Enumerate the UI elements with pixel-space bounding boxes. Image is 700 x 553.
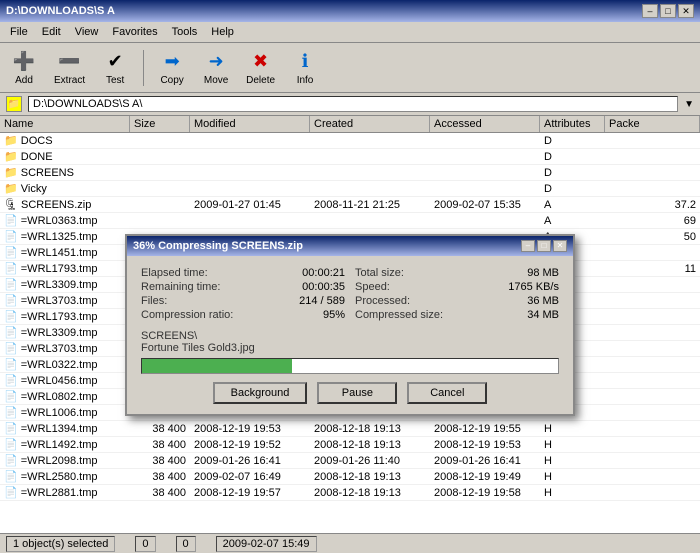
dialog-stats-right: Total size: 98 MB Speed: 1765 KB/s Proce… <box>355 266 559 322</box>
dialog-minimize[interactable]: – <box>521 240 535 252</box>
delete-label: Delete <box>246 75 275 86</box>
menu-file[interactable]: File <box>4 24 34 40</box>
status-selected: 1 object(s) selected <box>6 536 115 552</box>
folder-icon: 📁 <box>6 96 22 112</box>
info-label: Info <box>297 75 314 86</box>
speed-value: 1765 KB/s <box>508 281 559 293</box>
dialog-window-controls: – □ ✕ <box>521 240 567 252</box>
progress-bar-fill <box>142 359 292 373</box>
speed-row: Speed: 1765 KB/s <box>355 280 559 294</box>
menu-help[interactable]: Help <box>205 24 240 40</box>
move-label: Move <box>204 75 228 86</box>
toolbar: ➕ Add ➖ Extract ✔ Test ➡ Copy ➜ Move ✖ D… <box>0 43 700 93</box>
move-icon: ➜ <box>204 49 228 73</box>
speed-label: Speed: <box>355 281 390 293</box>
address-input[interactable] <box>28 96 678 112</box>
status-datetime: 2009-02-07 15:49 <box>216 536 317 552</box>
title-bar: D:\DOWNLOADS\S A – □ ✕ <box>0 0 700 22</box>
delete-icon: ✖ <box>249 49 273 73</box>
compress-dialog: 36% Compressing SCREENS.zip – □ ✕ Elapse… <box>125 234 575 416</box>
elapsed-value: 00:00:21 <box>302 267 345 279</box>
remaining-row: Remaining time: 00:00:35 <box>141 280 345 294</box>
menu-favorites[interactable]: Favorites <box>106 24 163 40</box>
progress-bar-container <box>141 358 559 374</box>
dialog-content: Elapsed time: 00:00:21 Remaining time: 0… <box>127 256 573 414</box>
maximize-button[interactable]: □ <box>660 4 676 18</box>
files-row: Files: 214 / 589 <box>141 294 345 308</box>
compression-row: Compression ratio: 95% <box>141 308 345 322</box>
menu-edit[interactable]: Edit <box>36 24 67 40</box>
remaining-label: Remaining time: <box>141 281 220 293</box>
main-content: Name Size Modified Created Accessed Attr… <box>0 116 700 533</box>
total-size-label: Total size: <box>355 267 404 279</box>
test-button[interactable]: ✔ Test <box>97 47 133 88</box>
processed-row: Processed: 36 MB <box>355 294 559 308</box>
dialog-maximize[interactable]: □ <box>537 240 551 252</box>
status-count1: 0 <box>135 536 155 552</box>
status-bar: 1 object(s) selected 0 0 2009-02-07 15:4… <box>0 533 700 553</box>
window-title: D:\DOWNLOADS\S A <box>6 5 115 17</box>
copy-button[interactable]: ➡ Copy <box>154 47 190 88</box>
menu-tools[interactable]: Tools <box>166 24 204 40</box>
close-button[interactable]: ✕ <box>678 4 694 18</box>
total-size-row: Total size: 98 MB <box>355 266 559 280</box>
extract-icon: ➖ <box>58 49 82 73</box>
cancel-button[interactable]: Cancel <box>407 382 487 404</box>
status-count2: 0 <box>176 536 196 552</box>
info-icon: ℹ <box>293 49 317 73</box>
add-label: Add <box>15 75 33 86</box>
dialog-title-bar: 36% Compressing SCREENS.zip – □ ✕ <box>127 236 573 256</box>
minimize-button[interactable]: – <box>642 4 658 18</box>
add-icon: ➕ <box>12 49 36 73</box>
test-label: Test <box>106 75 124 86</box>
current-path: SCREENS\ Fortune Tiles Gold3.jpg <box>141 330 559 354</box>
dialog-stats-left: Elapsed time: 00:00:21 Remaining time: 0… <box>141 266 345 322</box>
processed-value: 36 MB <box>527 295 559 307</box>
compressed-size-row: Compressed size: 34 MB <box>355 308 559 322</box>
toolbar-separator <box>143 50 144 86</box>
delete-button[interactable]: ✖ Delete <box>242 47 279 88</box>
copy-label: Copy <box>160 75 183 86</box>
processed-label: Processed: <box>355 295 410 307</box>
current-file-text: Fortune Tiles Gold3.jpg <box>141 342 255 354</box>
elapsed-label: Elapsed time: <box>141 267 208 279</box>
window-controls: – □ ✕ <box>642 4 694 18</box>
compressed-size-value: 34 MB <box>527 309 559 321</box>
files-label: Files: <box>141 295 167 307</box>
menu-view[interactable]: View <box>69 24 105 40</box>
elapsed-row: Elapsed time: 00:00:21 <box>141 266 345 280</box>
test-icon: ✔ <box>103 49 127 73</box>
current-path-text: SCREENS\ <box>141 330 197 342</box>
dialog-title: 36% Compressing SCREENS.zip <box>133 240 303 252</box>
compression-label: Compression ratio: <box>141 309 233 321</box>
remaining-value: 00:00:35 <box>302 281 345 293</box>
compression-value: 95% <box>323 309 345 321</box>
address-dropdown-button[interactable]: ▼ <box>684 99 694 110</box>
dialog-close[interactable]: ✕ <box>553 240 567 252</box>
background-button[interactable]: Background <box>213 382 308 404</box>
copy-icon: ➡ <box>160 49 184 73</box>
file-list-area: Name Size Modified Created Accessed Attr… <box>0 116 700 533</box>
info-button[interactable]: ℹ Info <box>287 47 323 88</box>
extract-button[interactable]: ➖ Extract <box>50 47 89 88</box>
add-button[interactable]: ➕ Add <box>6 47 42 88</box>
files-value: 214 / 589 <box>299 295 345 307</box>
total-size-value: 98 MB <box>527 267 559 279</box>
dialog-buttons: Background Pause Cancel <box>141 382 559 404</box>
dialog-stats-grid: Elapsed time: 00:00:21 Remaining time: 0… <box>141 266 559 322</box>
menu-bar: File Edit View Favorites Tools Help <box>0 22 700 43</box>
pause-button[interactable]: Pause <box>317 382 397 404</box>
modal-overlay: 36% Compressing SCREENS.zip – □ ✕ Elapse… <box>0 116 700 533</box>
compressed-size-label: Compressed size: <box>355 309 443 321</box>
extract-label: Extract <box>54 75 85 86</box>
move-button[interactable]: ➜ Move <box>198 47 234 88</box>
address-bar: 📁 ▼ <box>0 93 700 116</box>
